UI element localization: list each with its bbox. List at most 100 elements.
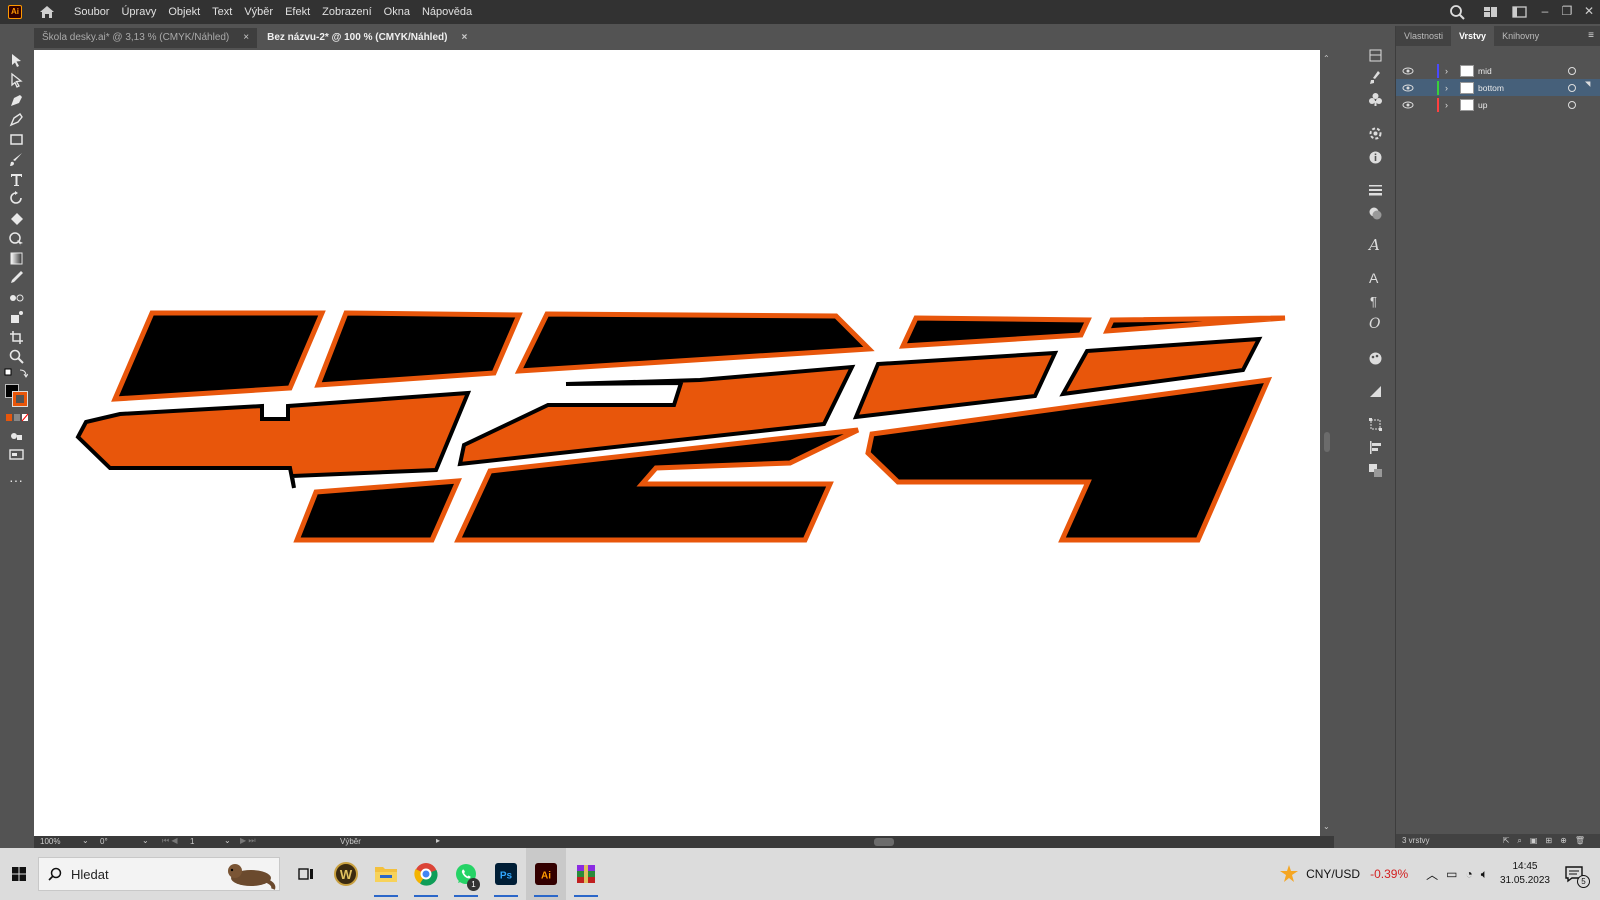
tab-knihovny[interactable]: Knihovny bbox=[1494, 26, 1547, 46]
artboard-tool-icon[interactable] bbox=[8, 329, 25, 346]
taskbar-app-whatsapp[interactable]: 1 bbox=[446, 848, 486, 900]
draw-mode-icon[interactable] bbox=[8, 428, 25, 445]
workspace-icon[interactable] bbox=[1506, 0, 1534, 24]
taskbar-app-photoshop[interactable]: Ps bbox=[486, 848, 526, 900]
notification-center-button[interactable]: 5 bbox=[1564, 864, 1590, 888]
layers-footer-icons[interactable]: ⇱⌕▣⊞⊕🗑 bbox=[1503, 834, 1593, 848]
shape-4d-top[interactable] bbox=[1102, 315, 1286, 334]
menu-vyber[interactable]: Výběr bbox=[244, 6, 273, 18]
character-icon[interactable]: A bbox=[1369, 270, 1378, 286]
taskbar-app-chrome[interactable] bbox=[406, 848, 446, 900]
color-mode-icons[interactable] bbox=[5, 413, 29, 423]
vertical-scrollbar[interactable]: ⌃ ⌄ bbox=[1320, 48, 1334, 836]
scroll-thumb[interactable] bbox=[1324, 432, 1330, 452]
layer-row-bottom[interactable]: › bottom ◥ bbox=[1396, 79, 1600, 96]
layer-name[interactable]: bottom bbox=[1478, 83, 1504, 93]
menu-efekt[interactable]: Efekt bbox=[285, 6, 310, 18]
expand-chevron-icon[interactable]: › bbox=[1445, 83, 1448, 93]
shape-4b-top[interactable] bbox=[314, 310, 523, 388]
layer-name[interactable]: mid bbox=[1478, 66, 1492, 76]
shape-4c-top[interactable] bbox=[898, 315, 1092, 349]
panel-menu-icon[interactable]: ≡ bbox=[1588, 30, 1594, 41]
taskbar-search-box[interactable]: Hledat bbox=[38, 857, 280, 891]
artboard-nav-icons[interactable]: ⏮ ◀ bbox=[162, 836, 178, 846]
shape-4c-middle-band[interactable] bbox=[852, 350, 1059, 420]
direct-selection-tool-icon[interactable] bbox=[8, 72, 25, 89]
paintbrush-tool-icon[interactable] bbox=[8, 151, 25, 168]
info-icon[interactable] bbox=[1368, 150, 1383, 165]
selection-tool-icon[interactable] bbox=[8, 52, 25, 69]
curvature-tool-icon[interactable] bbox=[8, 111, 25, 128]
blend-tool-icon[interactable] bbox=[8, 289, 25, 306]
shape-4-middle-band[interactable] bbox=[75, 390, 472, 489]
default-colors-icon[interactable] bbox=[4, 368, 28, 380]
artboard-dropdown-icon[interactable]: ⌄ bbox=[224, 836, 231, 845]
zoom-tool-icon[interactable] bbox=[8, 348, 25, 365]
shape-4a-top[interactable] bbox=[111, 310, 326, 402]
rotation-dropdown-icon[interactable]: ⌄ bbox=[142, 836, 149, 845]
menu-zobrazeni[interactable]: Zobrazení bbox=[322, 6, 372, 18]
pen-tool-icon[interactable] bbox=[8, 92, 25, 109]
artboard[interactable] bbox=[34, 50, 1320, 836]
menu-objekt[interactable]: Objekt bbox=[168, 6, 200, 18]
shape-2-top[interactable] bbox=[514, 311, 875, 374]
rectangle-tool-icon[interactable] bbox=[8, 131, 25, 148]
taskbar-app-illustrator[interactable]: Ai bbox=[526, 848, 566, 900]
currency-change[interactable]: -0.39% bbox=[1370, 867, 1408, 881]
libraries-icon[interactable] bbox=[1368, 48, 1383, 63]
menu-text[interactable]: Text bbox=[212, 6, 232, 18]
tab-bez-nazvu-2[interactable]: Bez názvu-2* @ 100 % (CMYK/Náhled) × bbox=[259, 28, 476, 48]
brushes-icon[interactable] bbox=[1368, 70, 1383, 85]
tab-vrstvy[interactable]: Vrstvy bbox=[1451, 26, 1495, 46]
arrange-documents-icon[interactable] bbox=[1478, 0, 1506, 24]
gradient-panel-icon[interactable] bbox=[1368, 384, 1383, 399]
currency-widget-icon[interactable] bbox=[1278, 863, 1300, 885]
expand-chevron-icon[interactable]: › bbox=[1445, 100, 1448, 110]
taskbar-app-warcraft[interactable]: W bbox=[326, 848, 366, 900]
eyedropper-tool-icon[interactable] bbox=[8, 269, 25, 286]
task-view-button[interactable] bbox=[286, 848, 326, 900]
gradient-tool-icon[interactable] bbox=[8, 250, 25, 267]
rotate-tool-icon[interactable] bbox=[8, 190, 25, 207]
volume-icon[interactable]: 🔈︎ bbox=[1481, 867, 1488, 882]
rotation-value[interactable]: 0° bbox=[100, 837, 108, 846]
minimize-button[interactable]: – bbox=[1534, 0, 1556, 24]
type-tool-icon[interactable] bbox=[8, 171, 25, 188]
paragraph-icon[interactable]: ¶ bbox=[1370, 294, 1377, 309]
stroke-panel-icon[interactable] bbox=[1368, 182, 1383, 197]
menu-napoveda[interactable]: Nápověda bbox=[422, 6, 472, 18]
status-menu-arrow-icon[interactable]: ▸ bbox=[436, 836, 440, 845]
battery-icon[interactable]: ▭ bbox=[1446, 867, 1457, 881]
edit-toolbar-icon[interactable]: ··· bbox=[9, 472, 23, 488]
layer-target-circle[interactable] bbox=[1568, 83, 1576, 92]
opentype-icon[interactable]: O bbox=[1369, 316, 1380, 332]
expand-chevron-icon[interactable]: › bbox=[1445, 66, 1448, 76]
visibility-eye-icon[interactable] bbox=[1402, 100, 1414, 110]
canvas-area[interactable] bbox=[34, 48, 1334, 836]
clock[interactable]: 14:45 31.05.2023 bbox=[1500, 860, 1550, 888]
search-icon[interactable] bbox=[1438, 0, 1478, 24]
zoom-level[interactable]: 100% bbox=[40, 837, 60, 846]
close-tab-icon[interactable]: × bbox=[243, 28, 249, 48]
symbol-sprayer-tool-icon[interactable] bbox=[8, 309, 25, 326]
eraser-tool-icon[interactable] bbox=[8, 210, 25, 227]
zoom-dropdown-icon[interactable]: ⌄ bbox=[82, 836, 89, 845]
swatches-icon[interactable] bbox=[1368, 351, 1383, 366]
wifi-icon[interactable]: ◔ bbox=[1465, 867, 1472, 881]
visibility-eye-icon[interactable] bbox=[1402, 83, 1414, 93]
menu-upravy[interactable]: Úpravy bbox=[121, 6, 156, 18]
home-icon[interactable] bbox=[38, 3, 56, 21]
tab-skola-desky[interactable]: Škola desky.ai* @ 3,13 % (CMYK/Náhled) × bbox=[34, 28, 258, 48]
align-icon[interactable] bbox=[1368, 440, 1383, 455]
symbols-icon[interactable] bbox=[1368, 92, 1383, 107]
horizontal-scrollbar[interactable] bbox=[452, 837, 1312, 847]
layer-target-circle[interactable] bbox=[1568, 66, 1576, 75]
artwork-424[interactable] bbox=[34, 50, 1320, 836]
menu-okna[interactable]: Okna bbox=[384, 6, 410, 18]
shape-4a-bottom[interactable] bbox=[293, 478, 462, 543]
h-scroll-thumb[interactable] bbox=[874, 838, 894, 846]
appearance-icon[interactable] bbox=[1368, 126, 1383, 141]
pathfinder-icon[interactable] bbox=[1368, 463, 1383, 478]
restore-button[interactable]: ❐ bbox=[1556, 0, 1578, 24]
show-hidden-icons-chevron[interactable]: ︿ bbox=[1426, 866, 1438, 883]
